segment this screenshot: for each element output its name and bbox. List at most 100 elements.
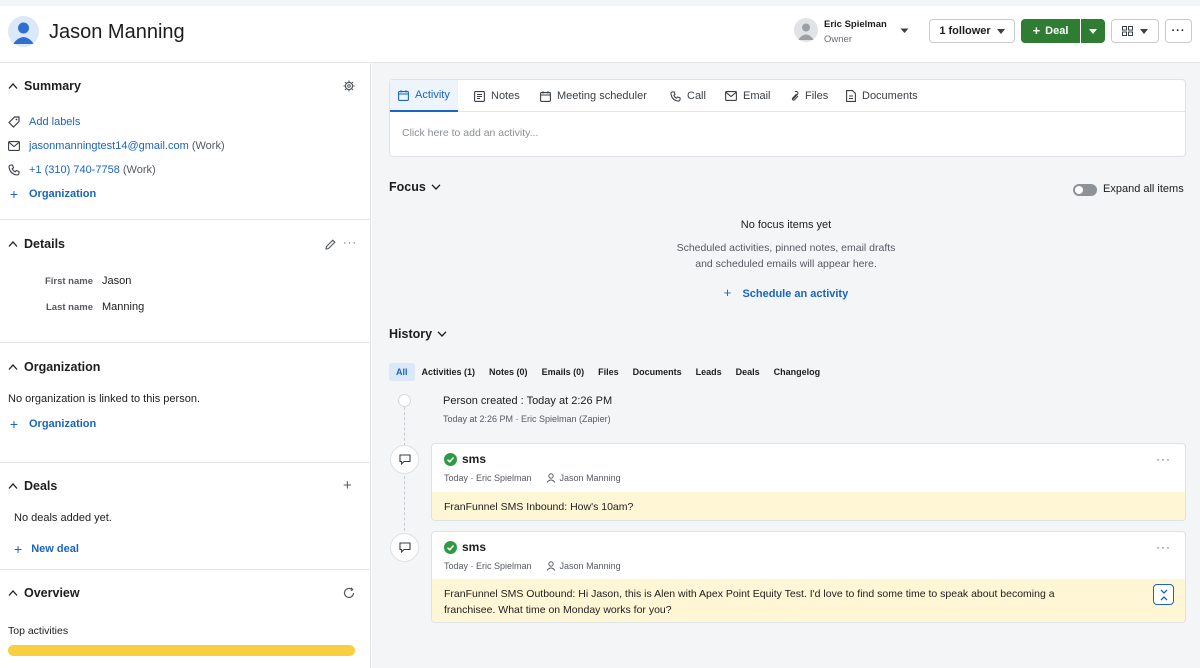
- mail-icon: [725, 91, 737, 101]
- history-title: History: [389, 327, 433, 341]
- follower-button[interactable]: 1 follower: [929, 19, 1015, 43]
- more-icon[interactable]: ···: [1156, 540, 1171, 554]
- filter-deals[interactable]: Deals: [729, 363, 767, 381]
- sms-timeline-icon: [390, 533, 419, 562]
- collapse-button[interactable]: [1153, 584, 1174, 605]
- paperclip-icon: [791, 90, 799, 101]
- organization-empty-text: No organization is linked to this person…: [8, 393, 200, 405]
- pencil-icon[interactable]: [325, 239, 336, 250]
- person-name[interactable]: Jason Manning: [49, 21, 185, 44]
- tab-call[interactable]: Call: [670, 80, 706, 112]
- phone-type: (Work): [122, 164, 156, 176]
- sms-timeline-icon: [390, 445, 419, 474]
- filter-files[interactable]: Files: [591, 363, 626, 381]
- first-name-value[interactable]: Jason: [102, 275, 131, 287]
- phone-row: +1 (310) 740-7758 (Work): [8, 164, 156, 176]
- document-icon: [846, 90, 856, 102]
- sms-body: FranFunnel SMS Outbound: Hi Jason, this …: [432, 579, 1185, 622]
- tab-email[interactable]: Email: [725, 80, 771, 112]
- add-organization-link[interactable]: Organization: [29, 188, 96, 200]
- plus-icon: +: [9, 186, 19, 202]
- sms-meta-person[interactable]: Jason Manning: [560, 473, 621, 483]
- owner-role: Owner: [824, 34, 852, 45]
- summary-header[interactable]: Summary: [8, 79, 81, 93]
- expand-all-toggle[interactable]: [1073, 184, 1097, 196]
- last-name-value[interactable]: Manning: [102, 301, 144, 313]
- last-name-label: Last name: [46, 302, 93, 313]
- plus-icon: +: [1032, 23, 1041, 38]
- deal-dropdown-button[interactable]: [1081, 19, 1105, 43]
- overview-header[interactable]: Overview: [8, 586, 80, 600]
- first-name-label: First name: [44, 276, 93, 287]
- owner-dropdown-icon[interactable]: [900, 28, 909, 34]
- chevron-down-icon: [1089, 28, 1097, 34]
- filter-all[interactable]: All: [389, 363, 415, 381]
- timeline-connector: [404, 476, 405, 536]
- overview-title: Overview: [24, 586, 80, 600]
- add-organization-row[interactable]: + Organization: [8, 186, 96, 202]
- details-title: Details: [24, 237, 65, 251]
- note-icon: [474, 90, 485, 102]
- chevron-down-icon: [437, 331, 447, 337]
- filter-activities[interactable]: Activities (1): [415, 363, 483, 381]
- filter-documents[interactable]: Documents: [626, 363, 689, 381]
- more-icon[interactable]: ···: [1156, 452, 1171, 466]
- activity-input[interactable]: Click here to add an activity...: [402, 127, 538, 139]
- calendar-icon: [398, 89, 409, 101]
- new-deal-link[interactable]: New deal: [31, 543, 79, 555]
- new-deal-row[interactable]: + New deal: [14, 542, 79, 556]
- person-created-meta: Today at 2:26 PM · Eric Spielman (Zapier…: [443, 414, 611, 424]
- refresh-icon[interactable]: [343, 587, 355, 599]
- focus-title: Focus: [389, 180, 426, 194]
- owner-avatar[interactable]: [794, 18, 818, 42]
- filter-notes[interactable]: Notes (0): [482, 363, 535, 381]
- more-actions-button[interactable]: ···: [1165, 19, 1192, 43]
- gear-icon[interactable]: [343, 80, 355, 92]
- organization-header[interactable]: Organization: [8, 360, 100, 374]
- check-circle-icon: [444, 452, 457, 466]
- filter-emails[interactable]: Emails (0): [535, 363, 592, 381]
- plus-icon: +: [9, 416, 19, 432]
- tab-files[interactable]: Files: [789, 80, 828, 112]
- email-link[interactable]: jasonmanningtest14@gmail.com: [29, 140, 189, 152]
- add-deal-button[interactable]: + Deal: [1021, 19, 1080, 43]
- tab-notes[interactable]: Notes: [474, 80, 520, 112]
- focus-empty-title: No focus items yet: [740, 219, 832, 231]
- sms-meta-person[interactable]: Jason Manning: [560, 561, 621, 571]
- deals-title: Deals: [24, 479, 58, 493]
- chevron-up-icon: [8, 364, 18, 370]
- summary-section: Summary Add labels jasonmanningtest14@gm…: [0, 63, 370, 220]
- tab-activity[interactable]: Activity: [390, 80, 458, 112]
- timeline-dot: [398, 394, 411, 407]
- sms-card[interactable]: sms Today · Eric Spielman Jason Manning …: [431, 531, 1186, 623]
- sms-meta: Today · Eric Spielman Jason Manning: [444, 561, 621, 571]
- add-labels-row[interactable]: Add labels: [8, 116, 80, 128]
- organization-section: Organization No organization is linked t…: [0, 343, 370, 463]
- link-organization-row[interactable]: + Organization: [8, 416, 96, 432]
- sms-body-text: FranFunnel SMS Outbound: Hi Jason, this …: [444, 587, 1055, 616]
- details-more-icon[interactable]: ···: [343, 237, 357, 249]
- schedule-activity-link[interactable]: Schedule an activity: [742, 288, 848, 300]
- link-organization[interactable]: Organization: [29, 418, 96, 430]
- sms-meta-time: Today · Eric Spielman: [444, 473, 532, 483]
- tab-documents[interactable]: Documents: [846, 80, 918, 112]
- deals-header[interactable]: Deals: [8, 479, 57, 493]
- add-deal-icon[interactable]: +: [343, 477, 352, 494]
- filter-changelog[interactable]: Changelog: [767, 363, 828, 381]
- history-header[interactable]: History: [389, 327, 447, 341]
- grid-icon: [1122, 26, 1133, 36]
- filter-leads[interactable]: Leads: [689, 363, 729, 381]
- schedule-activity-row: + Schedule an activity: [372, 285, 1200, 300]
- layout-button[interactable]: [1111, 19, 1159, 43]
- focus-header[interactable]: Focus: [389, 180, 441, 194]
- phone-link[interactable]: +1 (310) 740-7758: [29, 164, 120, 176]
- owner-name[interactable]: Eric Spielman: [824, 19, 887, 30]
- tab-meeting-scheduler[interactable]: Meeting scheduler: [540, 80, 647, 112]
- details-header[interactable]: Details: [8, 237, 65, 251]
- add-labels-link[interactable]: Add labels: [29, 116, 80, 128]
- sms-title-text: sms: [462, 540, 487, 554]
- chevron-up-icon: [8, 83, 18, 89]
- sms-card[interactable]: sms Today · Eric Spielman Jason Manning …: [431, 443, 1186, 521]
- calendar-icon: [540, 90, 551, 102]
- chevron-up-icon: [8, 590, 18, 596]
